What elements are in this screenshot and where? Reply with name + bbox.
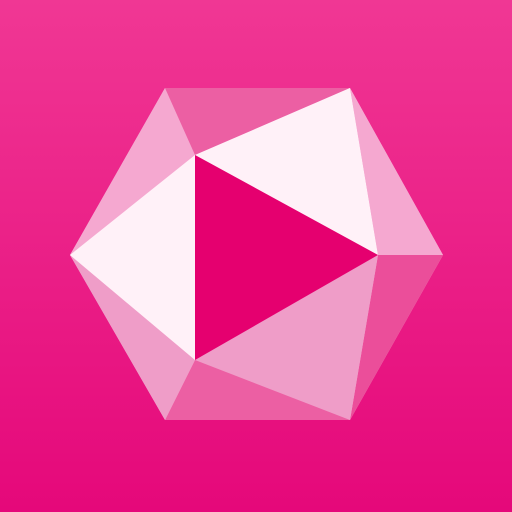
play-gem-icon[interactable] bbox=[0, 0, 512, 512]
app-icon-background bbox=[0, 0, 512, 512]
